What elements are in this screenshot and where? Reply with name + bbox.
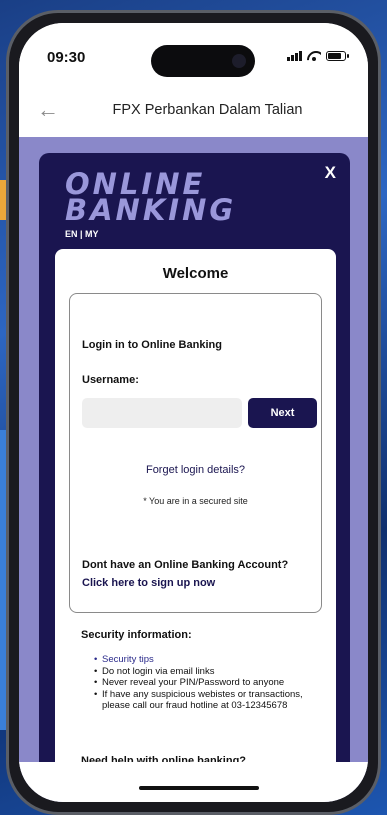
language-switcher: EN | MY xyxy=(65,229,99,239)
login-heading: Login in to Online Banking xyxy=(82,339,222,351)
status-time: 09:30 xyxy=(47,49,86,66)
home-indicator[interactable] xyxy=(139,786,259,790)
status-icons xyxy=(287,51,349,61)
next-button[interactable]: Next xyxy=(248,398,317,428)
secured-site-note: * You are in a secured site xyxy=(143,496,248,506)
bottom-bar xyxy=(19,762,368,802)
wifi-icon xyxy=(307,51,321,61)
battery-icon xyxy=(326,51,349,61)
login-box: Login in to Online Banking Username: Nex… xyxy=(69,293,322,613)
list-item: Never reveal your PIN/Password to anyone xyxy=(94,677,320,689)
no-account-text: Dont have an Online Banking Account? xyxy=(82,559,289,571)
signal-icon xyxy=(287,51,302,61)
camera-icon xyxy=(232,54,246,68)
login-card: Welcome Login in to Online Banking Usern… xyxy=(55,249,336,768)
online-banking-panel: ONLINE BANKING X EN | MY Welcome Login i… xyxy=(39,153,350,768)
welcome-heading: Welcome xyxy=(162,265,229,282)
lang-en[interactable]: EN xyxy=(65,229,78,239)
app-header: ← FPX Perbankan Dalam Talian xyxy=(19,85,368,137)
username-label: Username: xyxy=(82,374,139,386)
lang-my[interactable]: MY xyxy=(85,229,99,239)
page-title: FPX Perbankan Dalam Talian xyxy=(112,102,303,118)
signup-link[interactable]: Click here to sign up now xyxy=(82,577,215,589)
forget-login-link[interactable]: Forget login details? xyxy=(70,464,321,476)
username-input[interactable] xyxy=(82,398,242,428)
phone-frame: 09:30 ← FPX Perbankan Dalam Talian ONLIN… xyxy=(6,10,381,815)
phone-screen: 09:30 ← FPX Perbankan Dalam Talian ONLIN… xyxy=(19,23,368,802)
lang-separator: | xyxy=(77,229,86,239)
security-tips-link[interactable]: Security tips xyxy=(94,654,320,666)
security-heading: Security information: xyxy=(81,629,192,641)
list-item: If have any suspicious webistes or trans… xyxy=(94,689,320,712)
status-bar: 09:30 xyxy=(19,23,368,85)
list-item: Do not login via email links xyxy=(94,666,320,678)
logo-text-line2: BANKING xyxy=(65,193,237,227)
content-area: ONLINE BANKING X EN | MY Welcome Login i… xyxy=(19,137,368,802)
close-icon[interactable]: X xyxy=(325,163,336,183)
security-list: Security tips Do not login via email lin… xyxy=(94,654,320,712)
